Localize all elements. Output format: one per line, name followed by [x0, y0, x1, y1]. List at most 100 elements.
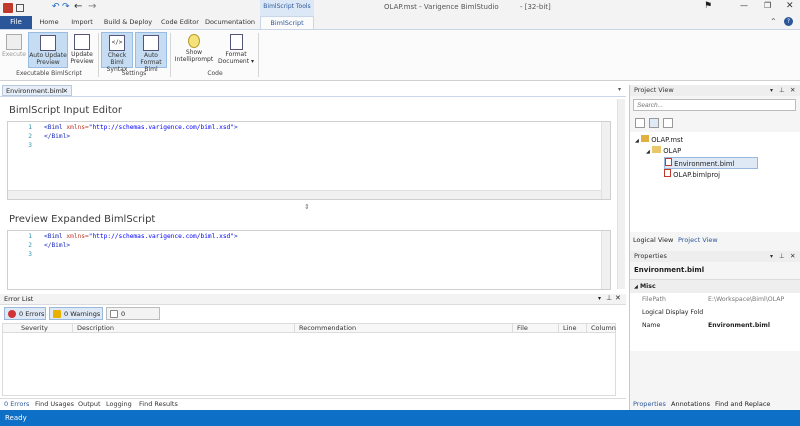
back-icon[interactable]: ←: [74, 1, 82, 12]
tab-dropdown-icon[interactable]: ▾: [618, 86, 621, 93]
errors-filter-label: 0 Errors: [19, 310, 45, 318]
messages-filter-button[interactable]: 0 Messages: [106, 307, 160, 330]
window-bits: - [32-bit]: [520, 3, 551, 11]
pin-icon[interactable]: ⊥: [606, 294, 612, 302]
project-search-input[interactable]: [633, 99, 796, 111]
show-intelliprompt-button[interactable]: Show Intelliprompt: [174, 32, 214, 68]
forward-icon[interactable]: →: [88, 1, 96, 12]
close-pane-icon[interactable]: ✕: [790, 85, 795, 96]
errors-filter-button[interactable]: 0 Errors: [4, 307, 46, 320]
code-tag: >: [234, 124, 238, 131]
tab-find-usages[interactable]: Find Usages: [35, 400, 74, 408]
tab-bimlscript[interactable]: BimlScript: [260, 16, 314, 29]
code-attr: xmlns=: [62, 233, 89, 240]
project-view-header: Project View ▾ ⊥ ✕: [630, 85, 800, 96]
file-tab[interactable]: File: [0, 16, 32, 29]
tree-item-folder[interactable]: ◢ OLAP: [646, 146, 681, 155]
close-pane-icon[interactable]: ✕: [790, 251, 795, 262]
column-header-line[interactable]: Line: [559, 324, 587, 333]
close-button[interactable]: ✕: [786, 1, 794, 11]
auto-format-biml-button[interactable]: Auto Format Biml: [135, 32, 167, 73]
minimize-button[interactable]: —: [740, 1, 748, 10]
format-document-button[interactable]: Format Document ▾: [216, 32, 256, 68]
code-tag: <Biml: [44, 124, 63, 131]
tab-errors[interactable]: 0 Errors: [4, 400, 29, 408]
flag-icon[interactable]: ⚑: [704, 1, 712, 11]
tab-find-replace[interactable]: Find and Replace: [715, 400, 770, 408]
splitter-handle-icon[interactable]: ⇕: [304, 203, 310, 211]
line-number: 2: [28, 242, 32, 249]
expand-all-icon[interactable]: [663, 118, 673, 128]
redo-icon[interactable]: ↷: [62, 2, 70, 12]
tree-item-file[interactable]: OLAP.bimlproj: [664, 169, 720, 179]
close-pane-icon[interactable]: ✕: [615, 294, 621, 302]
help-icon[interactable]: ?: [784, 17, 793, 26]
property-value[interactable]: Environment.biml: [708, 319, 770, 332]
error-list-columns: Severity Description Recommendation File…: [2, 323, 616, 333]
tab-output[interactable]: Output: [78, 400, 101, 408]
expand-arrow-icon[interactable]: ◢: [646, 149, 650, 155]
tab-properties[interactable]: Properties: [633, 400, 666, 408]
expand-arrow-icon[interactable]: ◢: [635, 138, 639, 144]
tree-file-label: Environment.biml: [674, 160, 735, 168]
lightbulb-icon: [188, 34, 200, 48]
save-icon[interactable]: [16, 4, 24, 12]
line-number: 1: [28, 124, 32, 131]
property-name: Name: [642, 322, 661, 329]
update-preview-button[interactable]: Update Preview: [69, 32, 95, 68]
column-header-recommendation[interactable]: Recommendation: [295, 324, 513, 333]
tab-logical-view[interactable]: Logical View: [633, 236, 673, 244]
horizontal-scrollbar[interactable]: [8, 190, 601, 199]
pin-icon[interactable]: ⊥: [779, 85, 785, 96]
tab-import[interactable]: Import: [68, 16, 96, 29]
property-value[interactable]: E:\Workspace\Biml\OLAP: [708, 293, 800, 306]
right-pane: Project View ▾ ⊥ ✕ ◢ OLAP.mst ◢ OLAP Env…: [629, 85, 800, 410]
warnings-filter-button[interactable]: 0 Warnings: [49, 307, 103, 320]
tab-project-view[interactable]: Project View: [678, 236, 718, 244]
tab-code-editor[interactable]: Code Editor: [158, 16, 202, 29]
code-attr: xmlns=: [62, 124, 89, 131]
property-row[interactable]: Logical Display Fold: [630, 306, 800, 319]
collapse-arrow-icon[interactable]: ◢: [634, 284, 638, 290]
column-header-file[interactable]: File: [513, 324, 559, 333]
vertical-scrollbar[interactable]: [601, 231, 610, 289]
sync-icon[interactable]: [649, 118, 659, 128]
properties-header: Properties ▾ ⊥ ✕: [630, 251, 800, 262]
pin-icon[interactable]: ⊥: [779, 251, 785, 262]
column-header-description[interactable]: Description: [73, 324, 295, 333]
pane-menu-icon[interactable]: ▾: [598, 295, 601, 302]
tab-home[interactable]: Home: [36, 16, 62, 29]
properties-title: Properties: [634, 252, 667, 260]
tab-logging[interactable]: Logging: [106, 400, 132, 408]
check-biml-syntax-button[interactable]: </> Check Biml Syntax: [101, 32, 133, 73]
tab-find-results[interactable]: Find Results: [139, 400, 178, 408]
execute-button[interactable]: Execute: [2, 32, 26, 68]
restore-button[interactable]: ❐: [764, 1, 771, 10]
vertical-scrollbar[interactable]: [601, 122, 610, 199]
property-row[interactable]: Name Environment.biml: [630, 319, 800, 332]
column-header-column[interactable]: Column: [587, 324, 617, 333]
document-tab-environment[interactable]: Environment.biml ✕: [2, 85, 72, 96]
pane-menu-icon[interactable]: ▾: [770, 251, 773, 262]
undo-icon[interactable]: ↶: [52, 2, 60, 12]
tree-item-file[interactable]: Environment.biml: [664, 157, 758, 169]
input-editor[interactable]: 1 2 3 <Biml xmlns="http://schemas.varige…: [7, 121, 611, 200]
property-category[interactable]: ◢ Misc: [630, 280, 800, 293]
project-icon: [641, 135, 650, 142]
column-header-severity[interactable]: Severity: [17, 324, 73, 333]
document-scrollbar[interactable]: [617, 99, 625, 289]
check-syntax-icon: </>: [109, 35, 125, 51]
preview-editor[interactable]: 1 2 3 <Biml xmlns="http://schemas.varige…: [7, 230, 611, 290]
pane-menu-icon[interactable]: ▾: [770, 85, 773, 96]
tab-build-deploy[interactable]: Build & Deploy: [100, 16, 156, 29]
property-row[interactable]: FilePath E:\Workspace\Biml\OLAP: [630, 293, 800, 306]
code-string: "http://schemas.varigence.com/biml.xsd": [88, 233, 235, 240]
tab-documentation[interactable]: Documentation: [204, 16, 256, 29]
auto-update-preview-button[interactable]: Auto Update Preview: [28, 32, 68, 68]
collapse-ribbon-icon[interactable]: ⌃: [770, 17, 777, 26]
preview-editor-title: Preview Expanded BimlScript: [9, 214, 156, 225]
tab-annotations[interactable]: Annotations: [671, 400, 710, 408]
close-tab-icon[interactable]: ✕: [63, 86, 68, 96]
tree-item-root[interactable]: ◢ OLAP.mst: [635, 135, 683, 144]
collapse-all-icon[interactable]: [635, 118, 645, 128]
